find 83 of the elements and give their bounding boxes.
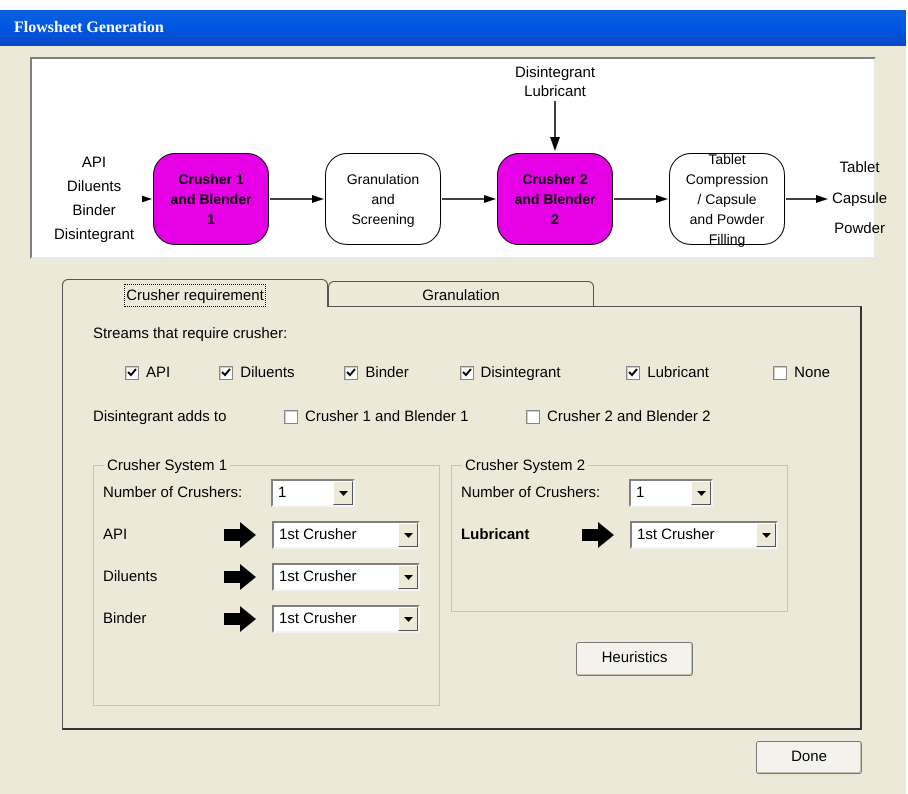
stream-label: Diluents bbox=[103, 566, 158, 587]
check-icon bbox=[346, 368, 356, 378]
input-label: Binder bbox=[72, 201, 116, 221]
check-icon bbox=[462, 368, 472, 378]
field-label: Number of Crushers: bbox=[103, 482, 244, 503]
output-label: Capsule bbox=[832, 188, 888, 209]
flow-arrow bbox=[270, 194, 324, 204]
input-label: Disintegrant bbox=[54, 225, 134, 245]
flow-arrow bbox=[142, 194, 152, 204]
checkbox[interactable] bbox=[773, 366, 788, 380]
section-label: Disintegrant adds to bbox=[93, 407, 228, 427]
arrow-icon bbox=[582, 522, 614, 548]
checkbox[interactable] bbox=[219, 366, 234, 380]
caret-icon bbox=[404, 616, 412, 622]
process-node: Tablet Compression / Capsule and Powder Filling bbox=[669, 153, 785, 245]
tab[interactable]: Granulation bbox=[328, 281, 594, 306]
checkbox-label: API bbox=[146, 362, 170, 382]
dropdown-button[interactable] bbox=[398, 565, 418, 589]
dropdown-value: 1st Crusher bbox=[278, 524, 358, 545]
checkbox[interactable] bbox=[626, 366, 640, 380]
checkbox-label: Diluents bbox=[240, 362, 294, 382]
check-icon bbox=[628, 368, 638, 378]
check-icon bbox=[221, 368, 232, 378]
dropdown-value: 1 bbox=[277, 482, 288, 503]
caret-icon bbox=[762, 532, 770, 538]
flow-arrow bbox=[442, 194, 496, 204]
dropdown[interactable]: 1st Crusher bbox=[272, 605, 420, 633]
dropdown-button[interactable] bbox=[333, 481, 353, 505]
caret-icon bbox=[338, 490, 348, 496]
tab[interactable]: Crusher requirement bbox=[62, 279, 328, 307]
group-title: Crusher System 1 bbox=[106, 456, 228, 476]
checkbox[interactable] bbox=[284, 410, 298, 424]
process-node: Crusher 1 and Blender 1 bbox=[153, 153, 269, 245]
arrow-icon bbox=[224, 564, 256, 590]
stream-label: Binder bbox=[103, 608, 148, 629]
input-label: Disintegrant bbox=[514, 63, 596, 82]
window-title: Flowsheet Generation bbox=[14, 18, 164, 38]
dropdown-button[interactable] bbox=[398, 523, 418, 547]
checkbox-label: Disintegrant bbox=[480, 362, 561, 382]
dropdown-value: 1st Crusher bbox=[278, 566, 358, 587]
dropdown-value: 1 bbox=[635, 482, 646, 503]
process-node: Crusher 2 and Blender 2 bbox=[497, 153, 613, 245]
dropdown[interactable]: 1st Crusher bbox=[272, 521, 420, 549]
checkbox-label: Crusher 1 and Blender 1 bbox=[305, 407, 468, 427]
checkbox[interactable] bbox=[344, 366, 358, 380]
output-label: Powder bbox=[834, 219, 885, 240]
stream-label: API bbox=[103, 524, 128, 545]
stream-label: Lubricant bbox=[461, 524, 530, 545]
flow-arrow bbox=[614, 194, 668, 204]
process-node: Granulation and Screening bbox=[325, 153, 441, 245]
section-label: Streams that require crusher: bbox=[93, 325, 288, 342]
input-label: Lubricant bbox=[524, 82, 586, 101]
done-button[interactable]: Done bbox=[756, 741, 862, 774]
output-label: Tablet bbox=[840, 158, 880, 178]
checkbox-label: Lubricant bbox=[647, 362, 709, 382]
dropdown-button[interactable] bbox=[398, 607, 418, 631]
flow-arrow bbox=[548, 101, 561, 151]
checkbox-label: Binder bbox=[365, 362, 409, 382]
dropdown-value: 1st Crusher bbox=[278, 608, 358, 629]
caret-icon bbox=[696, 490, 706, 496]
dropdown[interactable]: 1st Crusher bbox=[272, 563, 420, 591]
checkbox-label: None bbox=[794, 362, 830, 382]
arrow-icon bbox=[224, 606, 256, 632]
checkbox[interactable] bbox=[526, 410, 540, 424]
group-title: Crusher System 2 bbox=[464, 456, 586, 476]
checkbox[interactable] bbox=[460, 366, 474, 380]
dropdown[interactable]: 1 bbox=[271, 479, 355, 507]
arrow-icon bbox=[224, 522, 256, 548]
dropdown[interactable]: 1 bbox=[629, 479, 713, 507]
caret-icon bbox=[404, 574, 412, 580]
checkbox-label: Crusher 2 and Blender 2 bbox=[547, 407, 710, 427]
caret-icon bbox=[404, 532, 412, 538]
flow-arrow bbox=[786, 194, 828, 204]
field-label: Number of Crushers: bbox=[461, 482, 602, 503]
check-icon bbox=[127, 368, 137, 378]
input-label: API bbox=[82, 153, 106, 173]
dropdown-button[interactable] bbox=[691, 481, 711, 505]
dropdown[interactable]: 1st Crusher bbox=[630, 521, 778, 549]
checkbox[interactable] bbox=[125, 366, 139, 380]
dropdown-value: 1st Crusher bbox=[636, 524, 716, 545]
heuristics-button[interactable]: Heuristics bbox=[576, 642, 693, 676]
dropdown-button[interactable] bbox=[756, 523, 776, 547]
input-label: Diluents bbox=[66, 177, 122, 197]
